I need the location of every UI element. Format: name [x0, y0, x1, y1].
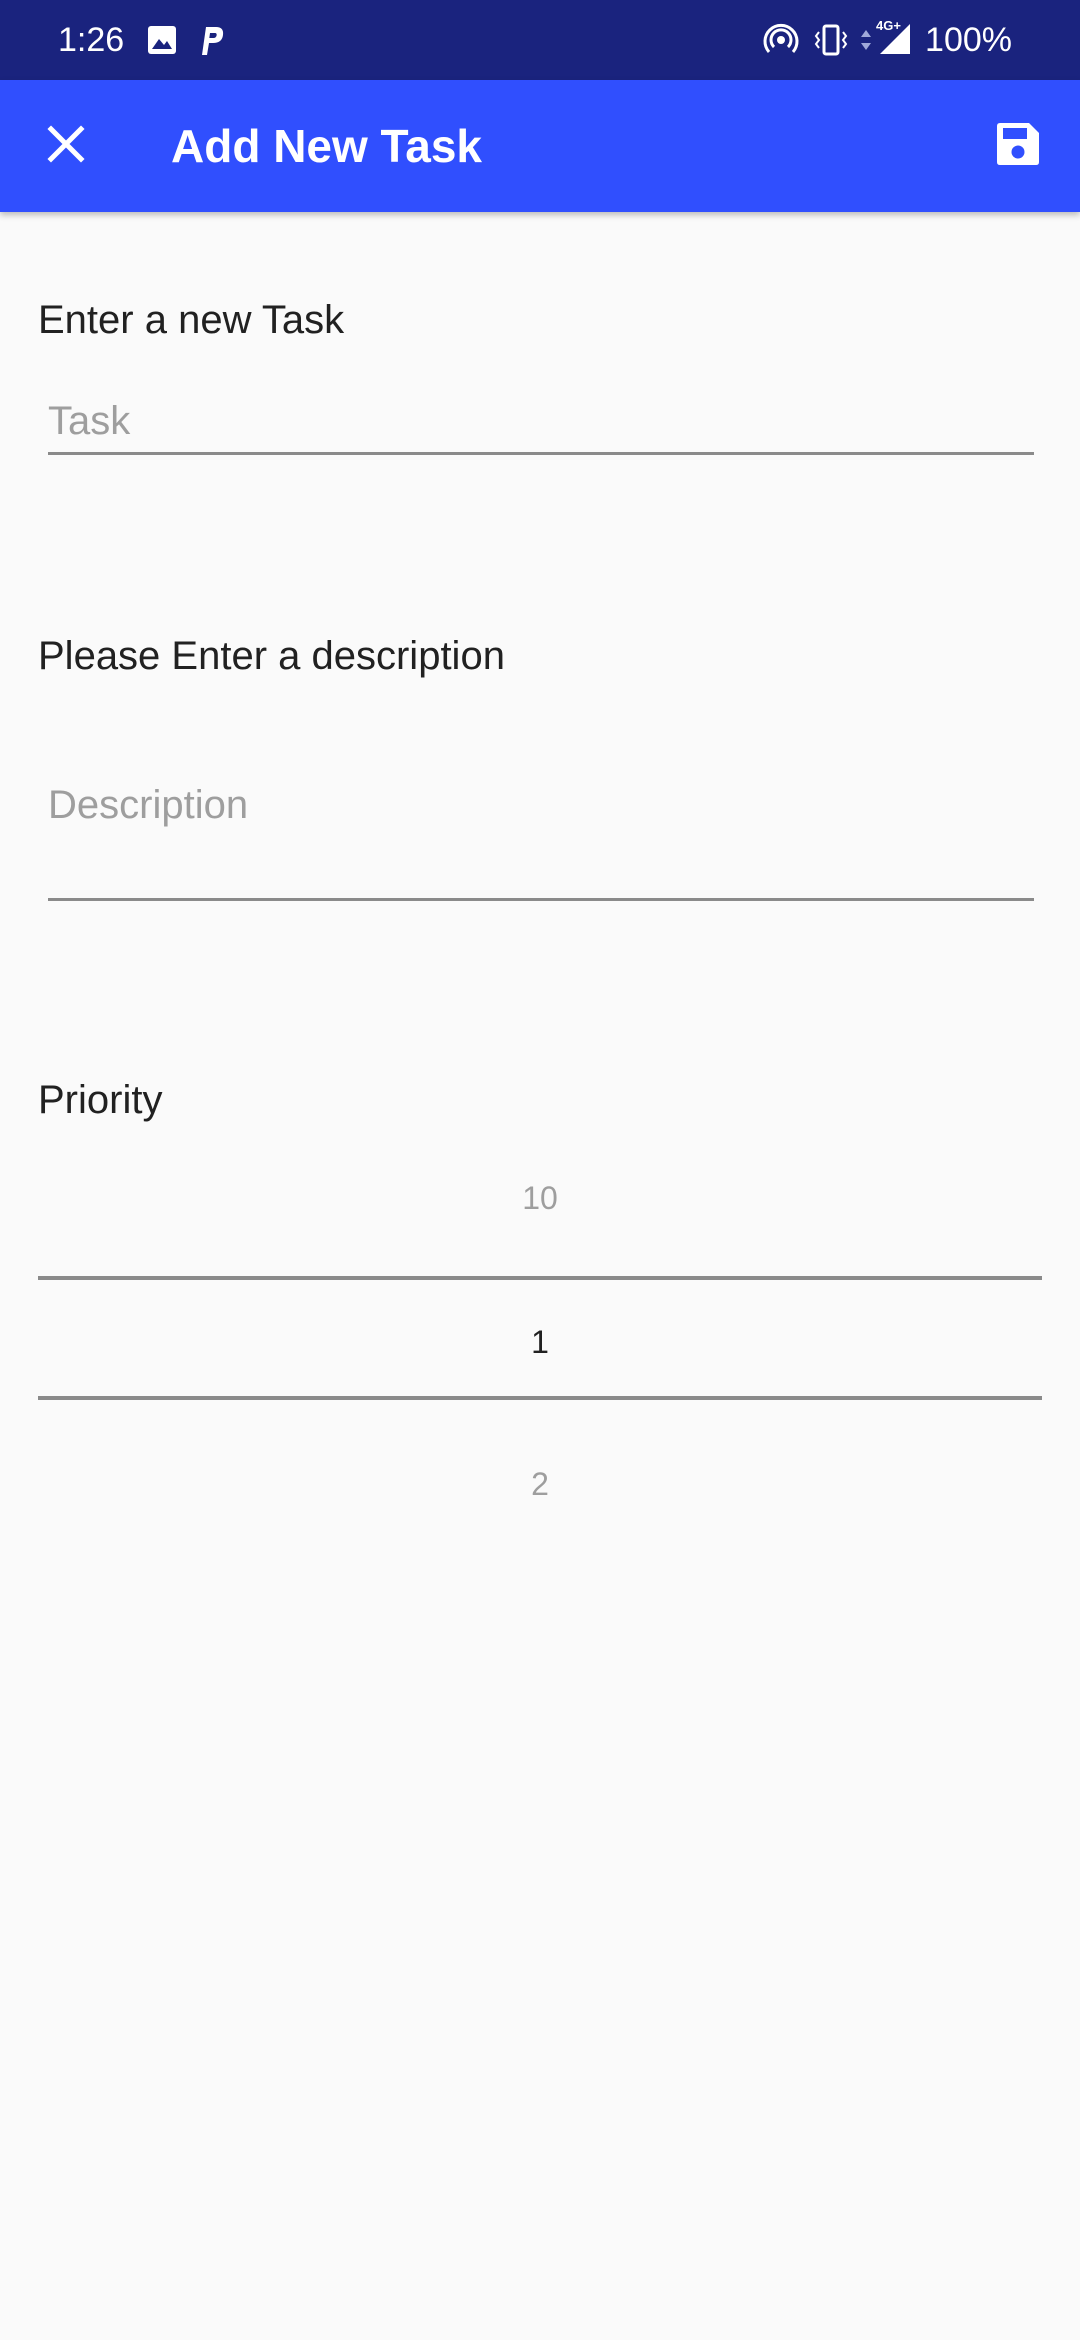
- task-label: Enter a new Task: [38, 298, 345, 342]
- status-bar: 1:26 4G+ 100%: [0, 0, 1080, 80]
- status-time: 1:26: [58, 21, 125, 59]
- picker-item-previous[interactable]: 10: [38, 1178, 1042, 1218]
- priority-picker[interactable]: 10 1 2: [38, 1150, 1042, 1550]
- app-bar: Add New Task: [0, 80, 1080, 212]
- page-title: Add New Task: [171, 120, 482, 172]
- p-app-icon: [196, 20, 228, 60]
- description-input[interactable]: [48, 770, 1034, 901]
- save-icon: [995, 121, 1041, 172]
- network-type: 4G+: [876, 18, 901, 33]
- battery-level: 100%: [925, 21, 1012, 59]
- priority-label: Priority: [38, 1078, 163, 1122]
- vibrate-icon: [812, 20, 850, 60]
- close-button[interactable]: [26, 106, 106, 186]
- data-arrows-icon: [858, 20, 874, 60]
- picker-divider-top: [38, 1276, 1042, 1280]
- task-input[interactable]: [48, 390, 1034, 455]
- picker-divider-bottom: [38, 1396, 1042, 1400]
- hotspot-icon: [762, 20, 800, 60]
- close-icon: [46, 124, 86, 169]
- description-label: Please Enter a description: [38, 634, 505, 678]
- image-icon: [144, 20, 180, 60]
- picker-item-selected[interactable]: 1: [38, 1322, 1042, 1362]
- save-button[interactable]: [978, 106, 1058, 186]
- picker-item-next[interactable]: 2: [38, 1464, 1042, 1504]
